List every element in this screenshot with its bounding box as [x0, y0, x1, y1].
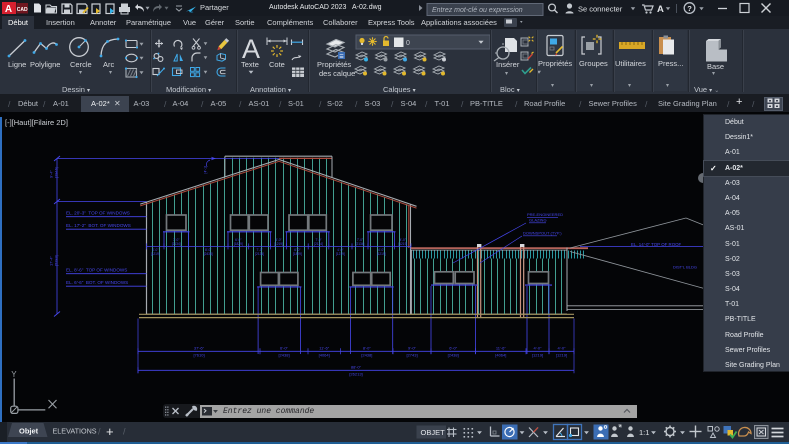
svg-text:?: ?	[687, 4, 692, 13]
svg-text:Y: Y	[11, 370, 17, 379]
svg-text:EL. 20'-3" TOP OF WINDOWS: EL. 20'-3" TOP OF WINDOWS	[66, 211, 130, 216]
svg-text:[1829]: [1829]	[293, 252, 302, 256]
svg-text:[1219]: [1219]	[398, 242, 407, 246]
svg-text:[26213]: [26213]	[349, 372, 362, 377]
svg-text:37'-6": 37'-6"	[194, 346, 205, 351]
svg-text:[1219]: [1219]	[556, 353, 567, 358]
svg-text:Entrez mot-clé ou expression: Entrez mot-clé ou expression	[432, 7, 523, 14]
svg-text:GLAZING: GLAZING	[529, 218, 547, 223]
svg-text:4'-0": 4'-0"	[558, 346, 567, 351]
svg-text:ELEVATIONS: ELEVATIONS	[53, 427, 97, 436]
svg-text:PRE-ENGINEERED: PRE-ENGINEERED	[527, 212, 563, 217]
svg-text:Se connecter: Se connecter	[578, 5, 623, 14]
svg-text:Objet: Objet	[19, 427, 39, 436]
svg-text:/: /	[123, 427, 126, 437]
svg-text:[4'-1]: [4'-1]	[204, 166, 208, 173]
svg-text:[2946]: [2946]	[54, 167, 59, 178]
svg-text:[5283]: [5283]	[54, 255, 59, 266]
svg-text:[2134]: [2134]	[314, 242, 323, 246]
svg-text:/: /	[98, 427, 101, 437]
svg-text:0: 0	[406, 40, 410, 47]
svg-text:[2134]: [2134]	[255, 252, 264, 256]
svg-text:EL. 17'-2" BOT. OF WINDOWS: EL. 17'-2" BOT. OF WINDOWS	[66, 223, 131, 228]
svg-text:[1829]: [1829]	[234, 242, 243, 246]
svg-text:1:1: 1:1	[639, 428, 649, 437]
svg-text:[1219]: [1219]	[532, 353, 543, 358]
svg-text:4'-0": 4'-0"	[534, 346, 543, 351]
svg-text:8'-0": 8'-0"	[363, 346, 372, 351]
svg-text:[1219]: [1219]	[274, 242, 283, 246]
svg-text:11'-6": 11'-6"	[496, 346, 506, 351]
svg-text:A: A	[657, 4, 664, 15]
svg-text:DIST'L BLDG: DIST'L BLDG	[673, 265, 697, 270]
svg-text:6'-0": 6'-0"	[449, 346, 458, 351]
svg-text:DOWNSPOUT (TYP.): DOWNSPOUT (TYP.)	[523, 231, 562, 236]
svg-text:[2438]: [2438]	[278, 353, 289, 358]
svg-text:11'-6": 11'-6"	[319, 346, 329, 351]
svg-text:[2134]: [2134]	[356, 242, 365, 246]
svg-text:[1219]: [1219]	[336, 252, 345, 256]
svg-text:9'-0": 9'-0"	[408, 346, 417, 351]
svg-text:6'-0": 6'-0"	[280, 346, 289, 351]
svg-text:88'-0": 88'-0"	[351, 365, 362, 370]
svg-text:EL. 8'-6" TOP OF WINDOWS: EL. 8'-6" TOP OF WINDOWS	[66, 268, 127, 273]
svg-text:[1219]: [1219]	[377, 252, 386, 256]
svg-text:[2134]: [2134]	[172, 242, 181, 246]
svg-text:[1219]: [1219]	[151, 252, 160, 256]
svg-text:[7610]: [7610]	[193, 353, 204, 358]
svg-text:OBJET: OBJET	[421, 428, 446, 437]
svg-text:[2743]: [2743]	[406, 353, 417, 358]
svg-text:+: +	[106, 424, 114, 439]
svg-text:[2438]: [2438]	[204, 252, 213, 256]
svg-text:[4064]: [4064]	[319, 353, 330, 358]
svg-text:[4064]: [4064]	[495, 353, 506, 358]
svg-text:[2438]: [2438]	[448, 353, 459, 358]
svg-text:EL. 6'-6" BOT. OF WINDOWS: EL. 6'-6" BOT. OF WINDOWS	[66, 280, 128, 285]
svg-text:☰: ☰	[339, 54, 344, 60]
svg-text:[2438]: [2438]	[361, 353, 372, 358]
